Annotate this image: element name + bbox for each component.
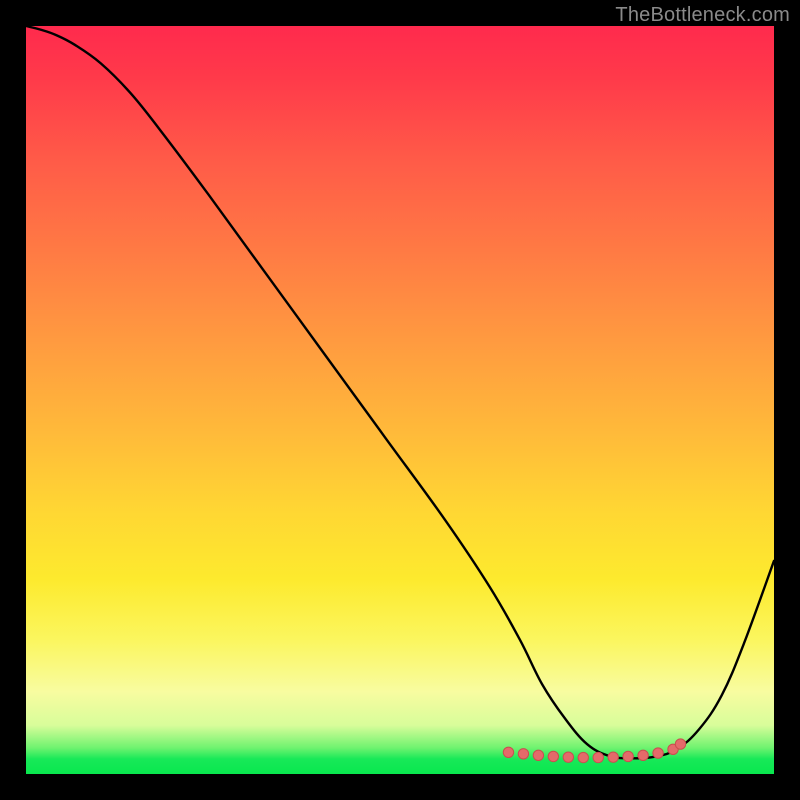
valley-marker-dot [675, 739, 685, 749]
valley-marker-dot [518, 749, 528, 759]
valley-marker-dot [503, 747, 513, 757]
valley-marker-dot [563, 752, 573, 762]
valley-marker-dot [593, 752, 603, 762]
plot-frame [26, 26, 774, 774]
watermark-text: TheBottleneck.com [615, 4, 790, 27]
valley-marker-dot [638, 750, 648, 760]
plot-svg [26, 26, 774, 774]
valley-marker-dot [533, 750, 543, 760]
bottleneck-curve [26, 26, 774, 758]
valley-marker-dot [548, 751, 558, 761]
valley-marker-dot [578, 752, 588, 762]
valley-marker-dot [608, 752, 618, 762]
valley-marker-dot [653, 748, 663, 758]
valley-marker-dot [623, 751, 633, 761]
